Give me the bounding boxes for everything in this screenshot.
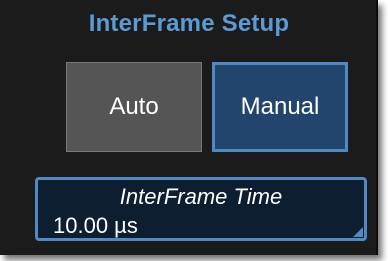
interframe-time-label: InterFrame Time <box>119 184 283 209</box>
panel-title: InterFrame Setup <box>88 10 290 37</box>
interframe-time-value: 10.00 µs <box>53 213 138 238</box>
manual-button[interactable]: Manual <box>212 62 348 152</box>
manual-button-label: Manual <box>240 93 320 120</box>
interframe-time-field[interactable]: InterFrame Time 10.00 µs <box>35 177 367 241</box>
auto-button[interactable]: Auto <box>66 62 202 152</box>
field-corner-indicator-icon <box>353 227 363 237</box>
interframe-setup-panel: InterFrame Setup Auto Manual InterFrame … <box>0 0 378 255</box>
auto-button-label: Auto <box>109 93 159 120</box>
